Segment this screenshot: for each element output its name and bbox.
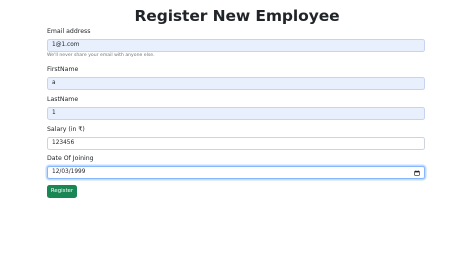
email-field-value: 1@1.com: [52, 42, 80, 48]
salary-field[interactable]: 123456: [47, 137, 425, 150]
calendar-icon[interactable]: [414, 169, 420, 176]
email-field[interactable]: 1@1.com: [47, 39, 425, 52]
date-of-joining-field[interactable]: 12/03/1999: [47, 166, 425, 179]
last-name-field-value: 1: [52, 110, 56, 116]
salary-label: Salary (in ₹): [47, 126, 85, 133]
date-of-joining-field-value: 12/03/1999: [52, 169, 86, 175]
date-of-joining-label: Date Of Joining: [47, 155, 94, 162]
salary-field-value: 123456: [52, 140, 75, 146]
first-name-label: FirstName: [47, 66, 79, 73]
last-name-label: LastName: [47, 96, 79, 103]
email-help-text: We'll never share your email with anyone…: [47, 53, 155, 58]
first-name-field[interactable]: a: [47, 77, 425, 90]
first-name-field-value: a: [52, 80, 56, 86]
email-label: Email address: [47, 28, 91, 35]
page-title: Register New Employee: [134, 7, 340, 25]
register-employee-page: Register New Employee Email address 1@1.…: [0, 0, 474, 266]
register-button[interactable]: Register: [47, 185, 77, 198]
last-name-field[interactable]: 1: [47, 107, 425, 120]
